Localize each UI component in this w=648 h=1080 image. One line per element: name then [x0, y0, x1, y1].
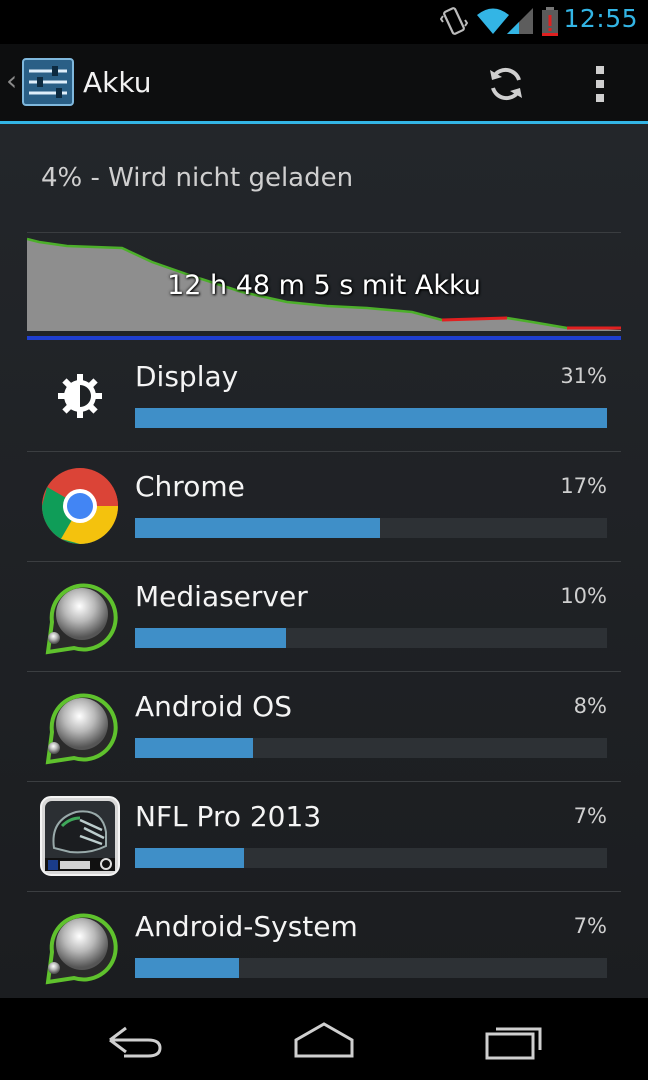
- battery-low-icon: [542, 7, 558, 36]
- usage-bar: [135, 408, 607, 428]
- usage-percent: 7%: [573, 804, 607, 828]
- clock: 12:55: [563, 4, 638, 33]
- battery-status: 4% - Wird nicht geladen: [41, 163, 354, 193]
- status-bar: 12:55: [0, 0, 648, 44]
- recent-apps-icon[interactable]: [484, 1020, 546, 1060]
- signal-icon: [507, 8, 533, 34]
- usage-bar-fill: [135, 848, 244, 868]
- list-item[interactable]: NFL Pro 2013 7%: [0, 782, 648, 892]
- app-name: Display: [135, 360, 239, 393]
- back-icon[interactable]: [104, 1020, 164, 1060]
- navigation-bar: [0, 998, 648, 1080]
- usage-bar: [135, 518, 607, 538]
- settings-sliders-icon: [22, 58, 74, 106]
- usage-percent: 31%: [560, 364, 607, 388]
- vibrate-icon: [440, 7, 468, 35]
- app-name: Mediaserver: [135, 580, 308, 613]
- android-process-icon: [45, 693, 118, 765]
- page-title: Akku: [83, 66, 152, 99]
- usage-bar-fill: [135, 408, 607, 428]
- home-icon[interactable]: [292, 1020, 356, 1060]
- chrome-icon: [42, 468, 118, 544]
- battery-history-graph[interactable]: 12 h 48 m 5 s mit Akku: [26, 234, 621, 344]
- battery-usage-list: 4% - Wird nicht geladen 12 h 48 m 5 s mi…: [0, 124, 648, 998]
- app-name: Android OS: [135, 690, 292, 723]
- list-item[interactable]: Mediaserver 10%: [0, 562, 648, 672]
- usage-bar-fill: [135, 628, 287, 648]
- usage-bar: [135, 958, 607, 978]
- usage-bar: [135, 848, 607, 868]
- brightness-icon: [58, 374, 102, 418]
- action-bar: ‹ Akku: [0, 44, 648, 124]
- list-item[interactable]: Android OS 8%: [0, 672, 648, 782]
- app-name: Chrome: [135, 470, 245, 503]
- chevron-left-icon: ‹: [6, 64, 18, 97]
- app-name: Android-System: [135, 910, 358, 943]
- usage-percent: 7%: [573, 914, 607, 938]
- usage-bar: [135, 738, 607, 758]
- usage-bar-fill: [135, 518, 381, 538]
- usage-percent: 8%: [573, 694, 607, 718]
- android-process-icon: [45, 583, 118, 655]
- usage-bar: [135, 628, 607, 648]
- usage-percent: 10%: [560, 584, 607, 608]
- refresh-icon[interactable]: [486, 64, 526, 104]
- usage-bar-fill: [135, 738, 253, 758]
- app-name: NFL Pro 2013: [135, 800, 322, 833]
- android-process-icon: [45, 913, 118, 985]
- overflow-menu-icon[interactable]: [592, 64, 608, 104]
- list-item[interactable]: Display 31%: [0, 342, 648, 452]
- list-item[interactable]: Chrome 17%: [0, 452, 648, 562]
- list-item[interactable]: Android-System 7%: [0, 892, 648, 1002]
- nfl-pro-icon: [40, 796, 120, 876]
- divider: [27, 232, 621, 233]
- usage-percent: 17%: [560, 474, 607, 498]
- usage-bar-fill: [135, 958, 239, 978]
- battery-duration-label: 12 h 48 m 5 s mit Akku: [167, 270, 481, 301]
